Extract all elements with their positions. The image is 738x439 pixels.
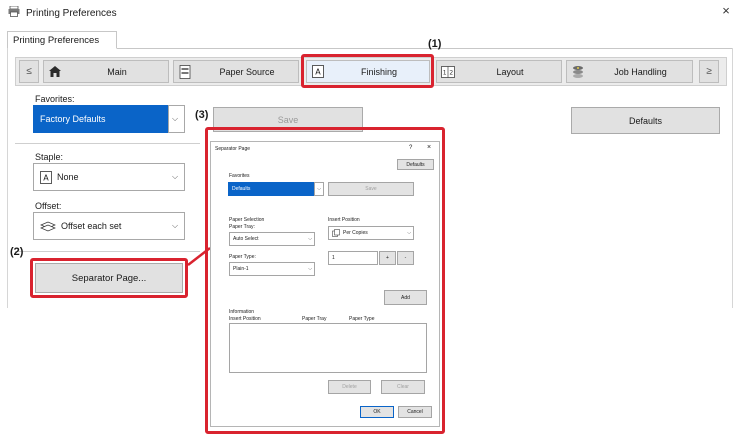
tab-job-handling[interactable]: Job Handling <box>566 60 693 83</box>
callout-2: (2) <box>10 246 24 258</box>
svg-text:2: 2 <box>449 69 453 76</box>
offset-stack-icon <box>40 220 56 233</box>
tab-layout[interactable]: 12 Layout <box>436 60 562 83</box>
dialog-favorites-value: Defaults <box>232 186 251 192</box>
clear-button[interactable]: Clear <box>381 380 425 394</box>
printer-icon <box>8 5 20 20</box>
paper-type-value: Plain-1 <box>233 266 249 272</box>
insert-position-label: Insert Position <box>328 217 360 223</box>
dialog-favorites-select[interactable]: Defaults <box>228 182 314 196</box>
finishing-highlight <box>301 54 434 88</box>
defaults-button[interactable]: Defaults <box>571 107 720 134</box>
layout-pages-icon: 12 <box>437 65 459 78</box>
scroll-right-button[interactable]: ≥ <box>699 60 719 83</box>
paper-tray-select[interactable]: Auto Select ⌵ <box>229 232 315 246</box>
separator-page-button[interactable]: Separator Page... <box>35 263 183 293</box>
help-icon[interactable]: ? <box>409 145 412 151</box>
insert-count-value: 1 <box>332 255 335 261</box>
dialog-favorites-dropdown[interactable]: ⌵ <box>314 182 324 196</box>
per-copies-icon <box>332 229 340 237</box>
insert-position-select[interactable]: Per Copies ⌵ <box>328 226 414 240</box>
staple-select[interactable]: A None ⌵ <box>33 163 185 191</box>
close-icon[interactable]: × <box>718 3 734 19</box>
col-paper-type: Paper Type <box>349 316 375 322</box>
tab-paper-source-label: Paper Source <box>219 66 275 77</box>
favorites-select[interactable]: Factory Defaults <box>33 105 168 133</box>
job-stack-icon <box>567 65 589 79</box>
col-paper-tray: Paper Tray <box>302 316 327 322</box>
dialog-close-icon[interactable]: × <box>427 144 431 151</box>
chevron-down-icon: ⌵ <box>171 221 179 230</box>
scroll-left-button[interactable]: ≤ <box>19 60 39 83</box>
dialog-favorites-label: Favorites <box>229 173 250 179</box>
window-title: Printing Preferences <box>26 7 117 19</box>
chevron-down-icon: ⌵ <box>171 114 179 123</box>
paper-selection-label: Paper Selection <box>229 217 265 223</box>
staple-label: Staple: <box>35 152 64 162</box>
offset-label: Offset: <box>35 201 62 211</box>
home-icon <box>44 65 66 78</box>
divider-favorites <box>15 143 200 144</box>
tab-printing-preferences[interactable]: Printing Preferences <box>7 31 117 49</box>
paper-tray-label: Paper Tray: <box>229 224 255 230</box>
tab-layout-label: Layout <box>496 66 524 77</box>
insert-count-input[interactable]: 1 <box>328 251 378 265</box>
chevron-down-icon: ⌵ <box>407 230 411 236</box>
col-insert-position: Insert Position <box>229 316 261 322</box>
chevron-down-icon: ⌵ <box>308 266 312 272</box>
dialog-save-button[interactable]: Save <box>328 182 414 196</box>
count-decrement-button[interactable]: - <box>397 251 414 265</box>
insert-position-value: Per Copies <box>343 230 368 236</box>
staple-value: None <box>57 172 79 182</box>
svg-text:A: A <box>43 173 49 182</box>
window-title-bar: Printing Preferences <box>8 4 117 22</box>
callout-1: (1) <box>428 38 442 50</box>
cancel-button[interactable]: Cancel <box>398 406 432 418</box>
favorites-label: Favorites: <box>35 94 75 104</box>
information-label: Information <box>229 309 255 315</box>
delete-button[interactable]: Delete <box>328 380 371 394</box>
offset-value: Offset each set <box>61 221 122 231</box>
svg-text:1: 1 <box>443 69 447 76</box>
ok-button[interactable]: OK <box>360 406 394 418</box>
add-button[interactable]: Add <box>384 290 427 305</box>
paper-type-select[interactable]: Plain-1 ⌵ <box>229 262 315 276</box>
tab-paper-source[interactable]: Paper Source <box>173 60 299 83</box>
staple-none-icon: A <box>40 170 52 184</box>
favorites-dropdown-button[interactable]: ⌵ <box>168 105 185 133</box>
tab-job-handling-label: Job Handling <box>614 66 667 77</box>
count-increment-button[interactable]: + <box>379 251 396 265</box>
dialog-defaults-button[interactable]: Defaults <box>397 159 434 170</box>
callout-3: (3) <box>195 109 209 121</box>
paper-tray-value: Auto Select <box>233 236 259 242</box>
paper-tray-icon <box>174 64 196 79</box>
tab-main[interactable]: Main <box>43 60 169 83</box>
chevron-down-icon: ⌵ <box>308 236 312 242</box>
dialog-title: Separator Page <box>215 146 251 152</box>
offset-select[interactable]: Offset each set ⌵ <box>33 212 185 240</box>
separator-page-dialog: Separator Page ? × Defaults Favorites De… <box>210 141 440 427</box>
tab-main-label: Main <box>107 66 127 77</box>
favorites-value: Factory Defaults <box>40 114 106 124</box>
paper-type-label: Paper Type: <box>229 254 256 260</box>
chevron-down-icon: ⌵ <box>317 186 321 192</box>
chevron-down-icon: ⌵ <box>171 172 179 181</box>
divider-offset <box>15 251 200 252</box>
information-list[interactable] <box>229 323 427 373</box>
